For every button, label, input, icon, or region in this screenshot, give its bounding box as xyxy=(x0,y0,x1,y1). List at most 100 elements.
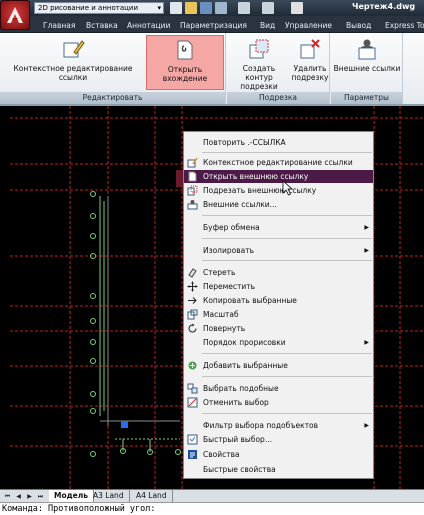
open-reference-label: Открыть вхождение xyxy=(162,65,208,83)
menu-item-add-selected[interactable]: Добавить выбранные xyxy=(184,359,373,372)
menu-item-subobject-filter[interactable]: Фильтр выбора подобъектов ▶ xyxy=(184,419,373,432)
menu-item-label: Свойства xyxy=(203,450,240,459)
menu-item-clipboard[interactable]: Буфер обмена ▶ xyxy=(184,221,373,234)
title-bar: 2D рисование и аннотации ▾ Чертеж4.dwg xyxy=(0,0,424,16)
create-clip-icon xyxy=(249,39,269,59)
menu-separator xyxy=(202,376,372,377)
menu-item-label: Внешние ссылки... xyxy=(203,200,277,209)
tab-view[interactable]: Вид xyxy=(260,19,275,33)
tab-a4-land[interactable]: A4 Land xyxy=(131,490,173,502)
tab-output[interactable]: Вывод xyxy=(346,19,371,33)
menu-item-deselect[interactable]: Отменить выбор xyxy=(184,396,373,409)
print-icon[interactable] xyxy=(291,2,303,14)
menu-item-label: Переместить xyxy=(203,282,256,291)
application-menu-button[interactable] xyxy=(0,0,30,30)
menu-item-isolate[interactable]: Изолировать ▶ xyxy=(184,244,373,257)
edit-reference-label: Контекстное редактирование ссылки xyxy=(13,64,133,82)
open-file-icon[interactable] xyxy=(185,2,197,14)
submenu-arrow-icon: ▶ xyxy=(364,422,369,429)
deselect-icon xyxy=(187,397,198,408)
panel-clip-title: Подрезка xyxy=(227,92,329,104)
delete-clip-button[interactable]: Удалить подрезку xyxy=(290,35,330,82)
blue-grip xyxy=(121,421,128,428)
menu-item-label: Контекстное редактирование ссылки xyxy=(203,158,353,167)
open-xref-icon xyxy=(188,171,197,182)
menu-item-copy-selected[interactable]: Копировать выбранные xyxy=(184,294,373,307)
menu-item-rotate[interactable]: Повернуть xyxy=(184,322,373,335)
panel-edit: Контекстное редактирование ссылки Открыт… xyxy=(0,33,226,104)
menu-item-label: Буфер обмена xyxy=(203,223,260,232)
workspace-label: 2D рисование и аннотации xyxy=(38,4,138,12)
panel-edit-title: Редактировать xyxy=(0,92,225,104)
menu-separator xyxy=(202,353,372,354)
last-tab-arrow-icon[interactable]: ⏭ xyxy=(36,492,45,501)
menu-item-label: Копировать выбранные xyxy=(203,296,297,305)
edit-ref-icon xyxy=(187,157,198,168)
menu-item-label: Быстрые свойства xyxy=(203,465,276,474)
workspace-dropdown[interactable]: 2D рисование и аннотации ▾ xyxy=(34,2,164,14)
properties-icon xyxy=(188,450,197,459)
autocad-window: 2D рисование и аннотации ▾ Чертеж4.dwg Г… xyxy=(0,0,424,515)
new-file-icon[interactable] xyxy=(170,2,182,14)
tab-parametric[interactable]: Параметризация xyxy=(180,19,247,33)
menu-item-edit-reference[interactable]: Контекстное редактирование ссылки xyxy=(184,156,373,169)
edit-reference-inplace-button[interactable]: Контекстное редактирование ссылки xyxy=(3,35,143,82)
menu-item-properties[interactable]: Свойства xyxy=(184,448,373,461)
menu-item-move[interactable]: Переместить xyxy=(184,280,373,293)
tab-manage[interactable]: Управление xyxy=(285,19,332,33)
green-geometry xyxy=(90,191,181,457)
menu-item-label: Выбрать подобные xyxy=(203,384,279,393)
menu-item-quick-select[interactable]: Быстрый выбор... xyxy=(184,433,373,446)
select-similar-icon xyxy=(187,383,198,394)
tab-insert[interactable]: Вставка xyxy=(86,19,118,33)
delete-clip-label: Удалить подрезку xyxy=(291,64,329,82)
first-tab-arrow-icon[interactable]: ⏮ xyxy=(3,492,12,501)
save-as-icon[interactable] xyxy=(215,2,227,14)
tab-express-tools[interactable]: Express To xyxy=(385,19,424,33)
menu-item-label: Изолировать xyxy=(203,246,255,255)
rotate-icon xyxy=(188,323,197,333)
save-icon[interactable] xyxy=(200,2,212,14)
external-references-button[interactable]: Внешние ссылки xyxy=(333,35,401,73)
redo-icon[interactable] xyxy=(262,2,274,14)
menu-item-select-similar[interactable]: Выбрать подобные xyxy=(184,382,373,395)
create-clip-boundary-button[interactable]: Создать контур подрезки xyxy=(229,35,289,91)
tab-annotate[interactable]: Аннотации xyxy=(127,19,170,33)
edit-ref-icon xyxy=(63,40,85,58)
ribbon-panel-area: Контекстное редактирование ссылки Открыт… xyxy=(0,33,424,106)
menu-item-erase[interactable]: Стереть xyxy=(184,266,373,279)
menu-item-clip-xref[interactable]: Подрезать внешнюю ссылку xyxy=(184,184,373,197)
menu-item-external-references[interactable]: Внешние ссылки... xyxy=(184,198,373,211)
menu-item-label: Повернуть xyxy=(203,324,246,333)
menu-item-draw-order[interactable]: Порядок прорисовки ▶ xyxy=(184,336,373,349)
clip-xref-icon xyxy=(187,185,198,196)
menu-item-quick-properties[interactable]: Быстрые свойства xyxy=(184,463,373,476)
menu-separator xyxy=(202,238,372,239)
tab-home[interactable]: Главная xyxy=(43,19,75,33)
command-line[interactable]: Команда: Противоположный угол: xyxy=(0,502,424,515)
menu-separator xyxy=(202,215,372,216)
external-references-icon xyxy=(358,39,376,60)
menu-item-scale[interactable]: Масштаб xyxy=(184,308,373,321)
undo-icon[interactable] xyxy=(238,2,250,14)
panel-clip: Создать контур подрезки Удалить подрезку… xyxy=(227,33,330,104)
menu-item-open-xref[interactable]: Открыть внешнюю ссылку xyxy=(184,170,373,183)
ribbon-tabs: Главная Вставка Аннотации Параметризация… xyxy=(0,16,424,33)
open-reference-button[interactable]: Открыть вхождение xyxy=(146,35,224,90)
menu-item-label: Фильтр выбора подобъектов xyxy=(203,421,319,430)
menu-item-label: Добавить выбранные xyxy=(203,361,288,370)
submenu-arrow-icon: ▶ xyxy=(364,339,369,346)
scale-icon xyxy=(187,309,198,320)
quick-select-icon xyxy=(187,434,198,445)
gray-construction-lines xyxy=(100,196,180,426)
tab-a3-land[interactable]: A3 Land xyxy=(88,490,130,502)
panel-options: Внешние ссылки Параметры xyxy=(331,33,403,104)
menu-item-repeat[interactable]: Повторить .-ССЫЛКА xyxy=(184,136,373,149)
menu-separator xyxy=(202,152,372,153)
submenu-arrow-icon: ▶ xyxy=(364,247,369,254)
create-clip-label: Создать контур подрезки xyxy=(240,64,278,91)
next-tab-arrow-icon[interactable]: ▶ xyxy=(25,492,34,501)
add-selected-icon xyxy=(188,361,197,370)
prev-tab-arrow-icon[interactable]: ◀ xyxy=(14,492,23,501)
submenu-arrow-icon: ▶ xyxy=(364,224,369,231)
